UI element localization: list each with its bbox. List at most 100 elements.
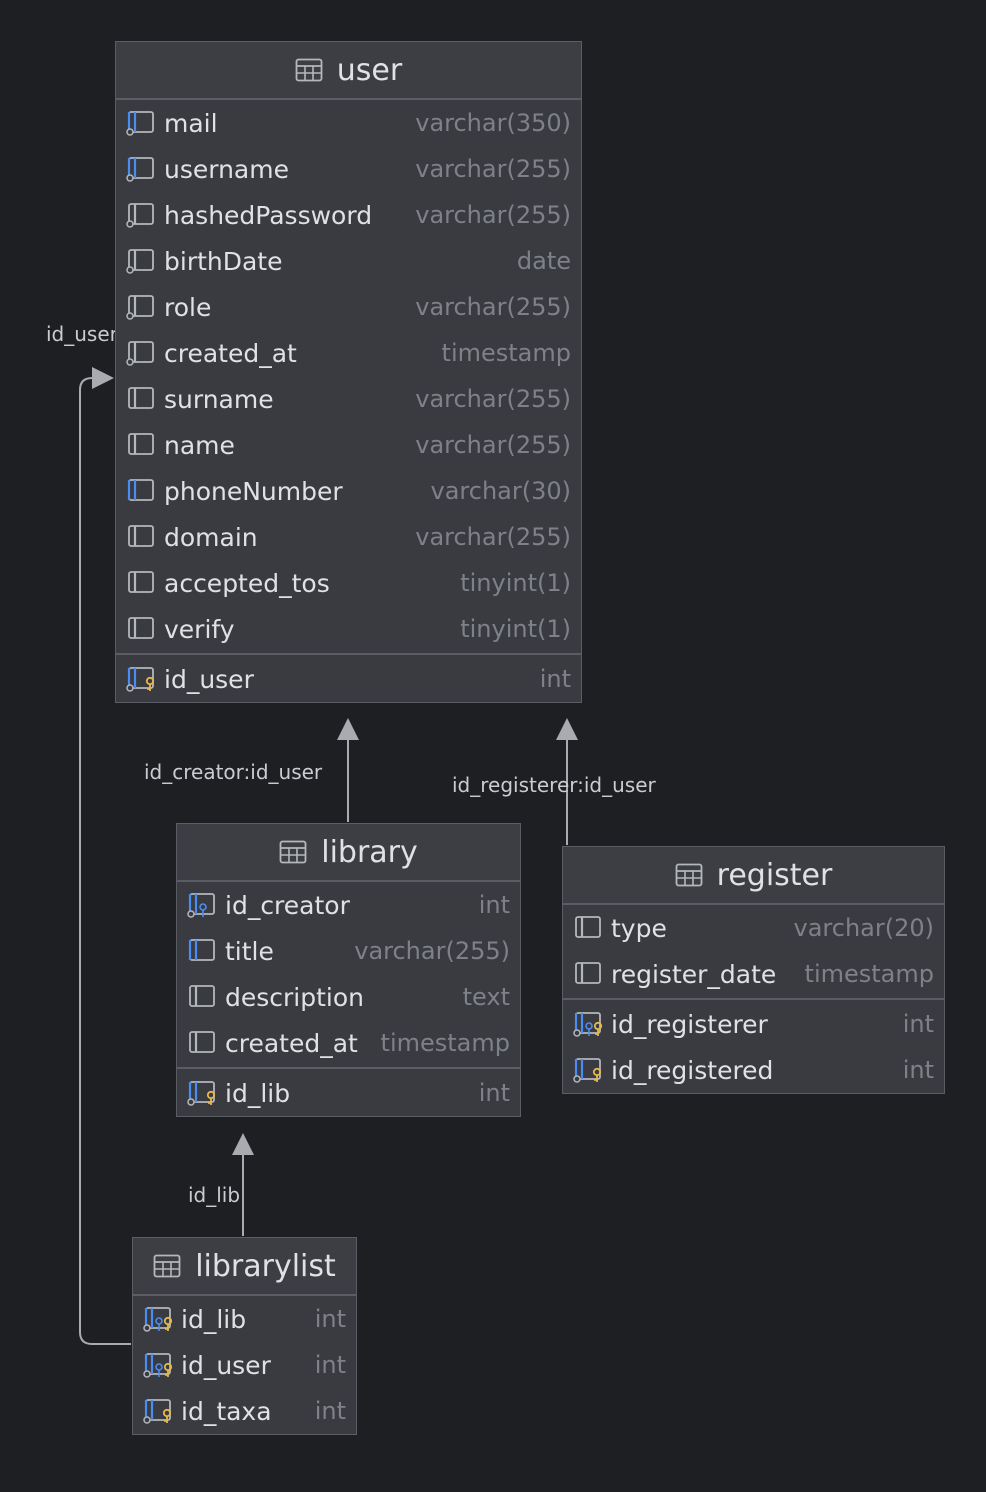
column-row[interactable]: id_user int bbox=[133, 1342, 356, 1388]
column-name: birthDate bbox=[164, 246, 283, 276]
column-icon bbox=[187, 984, 217, 1010]
column-row[interactable]: username varchar(255) bbox=[116, 146, 581, 192]
table-library[interactable]: library id_creator int title varchar(255) des… bbox=[176, 823, 521, 1117]
column-name: mail bbox=[164, 108, 218, 138]
column-row[interactable]: mail varchar(350) bbox=[116, 100, 581, 146]
column-indexed-nullable-icon bbox=[126, 110, 156, 136]
column-row[interactable]: id_taxa int bbox=[133, 1388, 356, 1434]
column-type: tinyint(1) bbox=[460, 569, 571, 597]
column-type: timestamp bbox=[380, 1029, 510, 1057]
column-row[interactable]: phoneNumber varchar(30) bbox=[116, 468, 581, 514]
table-header[interactable]: user bbox=[116, 42, 581, 100]
arrowhead-library-user bbox=[337, 718, 359, 740]
column-type: varchar(255) bbox=[415, 293, 571, 321]
column-type: varchar(255) bbox=[415, 201, 571, 229]
column-nullable-icon bbox=[126, 294, 156, 320]
column-type: int bbox=[314, 1351, 346, 1379]
column-icon bbox=[126, 570, 156, 596]
column-type: timestamp bbox=[804, 960, 934, 988]
column-name: description bbox=[225, 982, 365, 1012]
column-icon bbox=[573, 961, 603, 987]
column-row[interactable]: id_registerer int bbox=[563, 1001, 944, 1047]
column-type: tinyint(1) bbox=[460, 615, 571, 643]
column-row[interactable]: verify tinyint(1) bbox=[116, 606, 581, 652]
table-user[interactable]: user mail varchar(350) username varchar(255)… bbox=[115, 41, 582, 703]
column-indexed-nullable-icon bbox=[126, 156, 156, 182]
column-name: phoneNumber bbox=[164, 476, 343, 506]
column-type: int bbox=[478, 1079, 510, 1107]
table-icon bbox=[279, 840, 307, 864]
column-icon bbox=[126, 432, 156, 458]
table-title: library bbox=[321, 834, 418, 870]
primary-key-icon bbox=[187, 1080, 217, 1106]
column-nullable-icon bbox=[126, 202, 156, 228]
column-indexed-icon bbox=[126, 478, 156, 504]
column-row[interactable]: accepted_tos tinyint(1) bbox=[116, 560, 581, 606]
table-librarylist[interactable]: librarylist id_lib int id_user int id_taxa int bbox=[132, 1237, 357, 1435]
column-row[interactable]: type varchar(20) bbox=[563, 905, 944, 951]
column-icon bbox=[187, 1030, 217, 1056]
column-row[interactable]: created_at timestamp bbox=[116, 330, 581, 376]
column-type: text bbox=[462, 983, 510, 1011]
column-type: int bbox=[314, 1397, 346, 1425]
table-register[interactable]: register type varchar(20) register_date time… bbox=[562, 846, 945, 1094]
column-name: id_lib bbox=[181, 1304, 247, 1334]
column-type: varchar(255) bbox=[415, 155, 571, 183]
column-name: role bbox=[164, 292, 212, 322]
column-row[interactable]: register_date timestamp bbox=[563, 951, 944, 997]
column-name: id_registerer bbox=[611, 1009, 768, 1039]
column-type: varchar(350) bbox=[415, 109, 571, 137]
table-title: librarylist bbox=[195, 1248, 336, 1284]
table-header[interactable]: librarylist bbox=[133, 1238, 356, 1296]
column-row[interactable]: id_user int bbox=[116, 656, 581, 702]
column-row[interactable]: birthDate date bbox=[116, 238, 581, 284]
column-row[interactable]: domain varchar(255) bbox=[116, 514, 581, 560]
column-type: varchar(255) bbox=[415, 431, 571, 459]
column-icon bbox=[126, 524, 156, 550]
arrowhead-register-user bbox=[556, 718, 578, 740]
column-row[interactable]: role varchar(255) bbox=[116, 284, 581, 330]
column-name: accepted_tos bbox=[164, 568, 330, 598]
column-name: name bbox=[164, 430, 235, 460]
key-separator bbox=[177, 1067, 520, 1069]
column-type: varchar(20) bbox=[793, 914, 935, 942]
table-header[interactable]: library bbox=[177, 824, 520, 882]
column-row[interactable]: id_registered int bbox=[563, 1047, 944, 1093]
column-name: surname bbox=[164, 384, 274, 414]
arrowhead-librarylist-library bbox=[232, 1133, 254, 1155]
key-separator bbox=[563, 998, 944, 1000]
column-name: type bbox=[611, 913, 667, 943]
column-icon bbox=[126, 616, 156, 642]
column-type: int bbox=[478, 891, 510, 919]
column-row[interactable]: name varchar(255) bbox=[116, 422, 581, 468]
column-nullable-icon bbox=[126, 248, 156, 274]
primary-foreign-key-icon bbox=[143, 1306, 173, 1332]
column-name: created_at bbox=[164, 338, 297, 368]
column-indexed-icon bbox=[187, 938, 217, 964]
column-type: varchar(255) bbox=[415, 385, 571, 413]
table-title: user bbox=[336, 52, 403, 88]
column-name: username bbox=[164, 154, 289, 184]
column-name: id_taxa bbox=[181, 1396, 272, 1426]
column-row[interactable]: id_lib int bbox=[177, 1070, 520, 1116]
foreign-key-icon bbox=[187, 892, 217, 918]
table-title: register bbox=[716, 857, 833, 893]
column-row[interactable]: title varchar(255) bbox=[177, 928, 520, 974]
table-icon bbox=[295, 58, 323, 82]
column-row[interactable]: id_lib int bbox=[133, 1296, 356, 1342]
column-row[interactable]: hashedPassword varchar(255) bbox=[116, 192, 581, 238]
column-name: id_user bbox=[181, 1350, 271, 1380]
column-row[interactable]: id_creator int bbox=[177, 882, 520, 928]
column-type: varchar(255) bbox=[415, 523, 571, 551]
column-nullable-icon bbox=[126, 340, 156, 366]
column-type: int bbox=[902, 1056, 934, 1084]
column-row[interactable]: created_at timestamp bbox=[177, 1020, 520, 1066]
column-row[interactable]: description text bbox=[177, 974, 520, 1020]
primary-foreign-key-icon bbox=[573, 1011, 603, 1037]
column-type: int bbox=[902, 1010, 934, 1038]
table-header[interactable]: register bbox=[563, 847, 944, 905]
column-row[interactable]: surname varchar(255) bbox=[116, 376, 581, 422]
column-name: id_registered bbox=[611, 1055, 774, 1085]
key-separator bbox=[116, 653, 581, 655]
column-name: hashedPassword bbox=[164, 200, 373, 230]
